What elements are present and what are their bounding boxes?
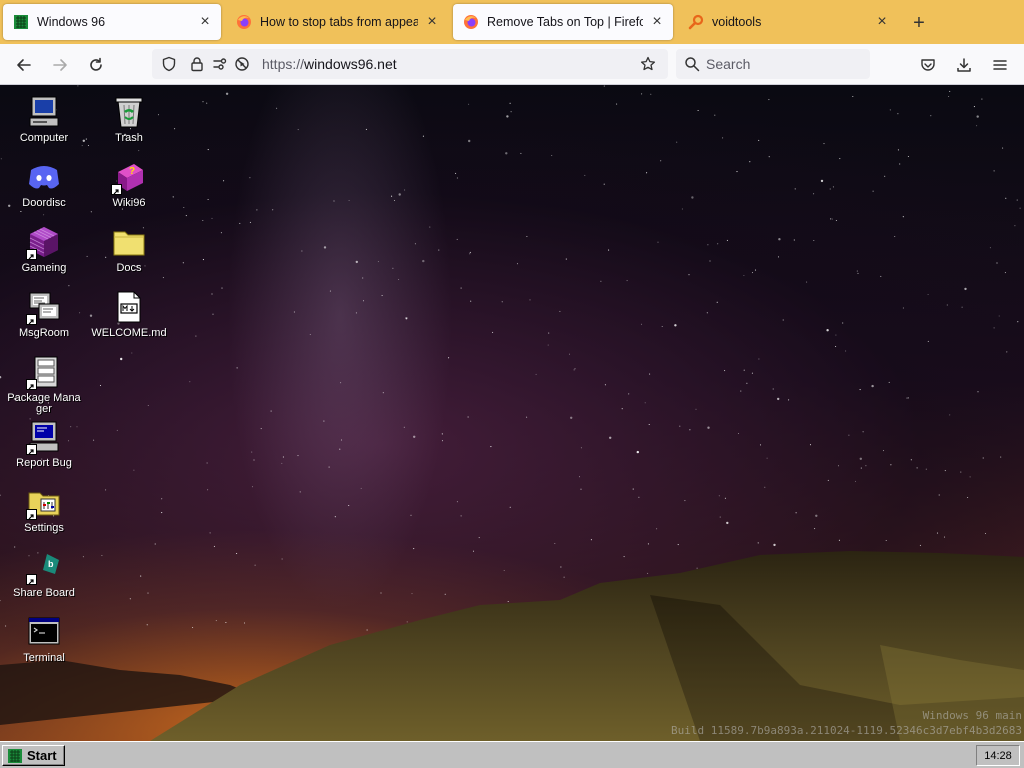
new-tab-button[interactable]: + (906, 10, 932, 36)
windows96-logo-icon (13, 14, 29, 30)
start-button[interactable]: Start (2, 745, 65, 766)
taskbar: Start 14:28 (0, 741, 1024, 768)
desktop-icon-wiki96[interactable]: ? Wiki96 (89, 160, 169, 209)
game-cube-icon (26, 225, 61, 260)
pocket-icon (921, 59, 935, 71)
shortcut-arrow-icon (26, 379, 37, 390)
firefox-icon (236, 14, 252, 30)
terminal-icon (27, 615, 61, 649)
tab-remove-tabs-on-top[interactable]: Remove Tabs on Top | Firefox Su × (453, 4, 673, 40)
firefox-icon (463, 14, 479, 30)
address-bar[interactable]: https://windows96.net (152, 49, 668, 79)
desktop-icon-gameing[interactable]: Gameing (4, 225, 84, 274)
tab-windows96[interactable]: Windows 96 × (3, 4, 221, 40)
icon-label: Computer (19, 132, 69, 144)
permissions-icon[interactable] (212, 56, 228, 72)
help-book-icon: ? (111, 160, 146, 195)
shortcut-arrow-icon (26, 509, 37, 520)
pocket-button[interactable] (914, 51, 942, 79)
close-icon[interactable]: × (649, 13, 665, 30)
arrow-left-icon (17, 59, 31, 71)
tab-title: Remove Tabs on Top | Firefox Su (487, 15, 643, 29)
tab-bar: Windows 96 × How to stop tabs from appea… (0, 0, 1024, 44)
search-bar[interactable] (676, 49, 870, 79)
icon-label: Report Bug (16, 457, 72, 469)
desktop-icon-trash[interactable]: Trash (89, 95, 169, 144)
desktop[interactable]: Computer Doordisc Gameing MsgRoom Packag… (0, 85, 1024, 741)
url-text[interactable]: https://windows96.net (262, 56, 397, 72)
close-icon[interactable]: × (197, 13, 213, 30)
search-icon (684, 56, 700, 72)
menu-button[interactable] (986, 51, 1014, 79)
start-label: Start (27, 748, 57, 763)
report-bug-computer-icon (26, 420, 61, 455)
tab-title: voidtools (712, 15, 762, 29)
bookmark-star-icon[interactable] (640, 56, 656, 72)
build-info-line-1: Windows 96 main (922, 709, 1022, 722)
tab-how-to-stop-tabs[interactable]: How to stop tabs from appear × (226, 4, 448, 40)
search-magnifier-icon (688, 14, 704, 30)
desktop-icon-welcome-md[interactable]: WELCOME.md (89, 290, 169, 339)
icon-label: Settings (24, 522, 64, 534)
computer-icon (27, 95, 61, 129)
search-input[interactable] (706, 54, 864, 74)
folder-icon (112, 225, 146, 259)
autoplay-blocked-icon[interactable] (234, 56, 250, 72)
url-protocol: https:// (262, 56, 305, 72)
reload-button[interactable] (82, 51, 110, 79)
desktop-icon-doordisc[interactable]: Doordisc (4, 160, 84, 209)
close-icon[interactable]: × (424, 13, 440, 30)
system-tray-clock[interactable]: 14:28 (976, 745, 1020, 766)
forward-button[interactable] (46, 51, 74, 79)
svg-text:b: b (48, 559, 54, 569)
shield-icon[interactable] (161, 56, 177, 72)
lock-icon[interactable] (189, 56, 205, 72)
desktop-icon-package-manager[interactable]: Package Manager (4, 355, 84, 415)
build-info-line-2: Build 11589.7b9a893a.211024-1119.52346c3… (671, 724, 1022, 737)
icon-label: Package Manager (7, 392, 81, 415)
icon-label: Share Board (13, 587, 75, 599)
package-manager-icon (26, 355, 61, 390)
icon-label: Terminal (23, 652, 65, 664)
url-host: windows96.net (304, 56, 397, 72)
icon-label: Gameing (21, 262, 67, 274)
markdown-file-icon (112, 290, 146, 324)
tab-title: Windows 96 (37, 15, 106, 29)
discord-icon (27, 160, 61, 194)
shortcut-arrow-icon (26, 444, 37, 455)
arrow-right-icon (53, 59, 67, 71)
icon-label: Doordisc (22, 197, 66, 209)
chat-computer-icon (26, 290, 61, 325)
svg-text:?: ? (129, 166, 135, 177)
reload-icon (90, 57, 102, 71)
desktop-icon-report-bug[interactable]: Report Bug (4, 420, 84, 469)
desktop-icon-computer[interactable]: Computer (4, 95, 84, 144)
desktop-icon-share-board[interactable]: b Share Board (4, 550, 84, 599)
tab-voidtools[interactable]: voidtools × (678, 4, 898, 40)
settings-folder-icon (26, 485, 61, 520)
trash-bin-icon (112, 95, 146, 129)
icon-label: Docs (116, 262, 142, 274)
hamburger-menu-icon (993, 60, 1007, 70)
share-board-icon: b (26, 550, 61, 585)
icon-label: Trash (115, 132, 143, 144)
shortcut-arrow-icon (111, 184, 122, 195)
desktop-icon-terminal[interactable]: Terminal (4, 615, 84, 664)
desktop-icon-msgroom[interactable]: MsgRoom (4, 290, 84, 339)
shortcut-arrow-icon (26, 314, 37, 325)
icon-label: WELCOME.md (91, 327, 167, 339)
icon-label: MsgRoom (18, 327, 70, 339)
back-button[interactable] (10, 51, 38, 79)
icon-label: Wiki96 (112, 197, 146, 209)
tab-title: How to stop tabs from appear (260, 15, 418, 29)
download-icon (957, 58, 971, 72)
shortcut-arrow-icon (26, 249, 37, 260)
desktop-icon-docs[interactable]: Docs (89, 225, 169, 274)
shortcut-arrow-icon (26, 574, 37, 585)
navigation-toolbar: https://windows96.net (0, 44, 1024, 85)
downloads-button[interactable] (950, 51, 978, 79)
close-icon[interactable]: × (874, 13, 890, 30)
windows96-logo-icon (8, 748, 22, 763)
desktop-icon-settings[interactable]: Settings (4, 485, 84, 534)
